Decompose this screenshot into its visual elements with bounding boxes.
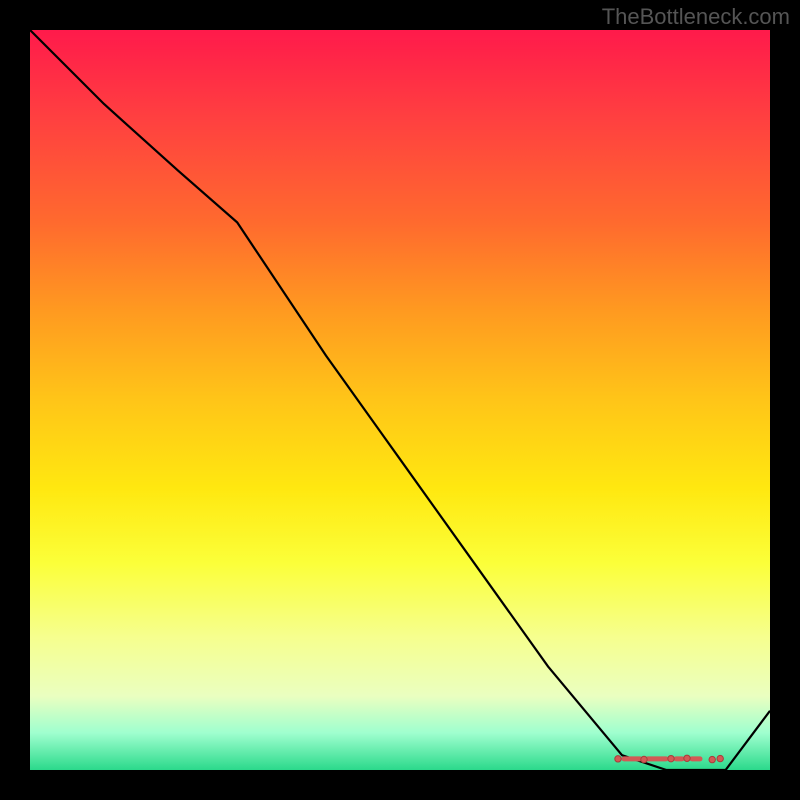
- marker-dot: [641, 756, 647, 762]
- main-curve: [30, 30, 770, 770]
- chart-svg: [30, 30, 770, 770]
- marker-dot: [668, 755, 674, 761]
- marker-dot: [709, 756, 715, 762]
- chart-frame: TheBottleneck.com: [0, 0, 800, 800]
- marker-dot: [717, 755, 723, 761]
- marker-dot: [615, 756, 621, 762]
- marker-dot: [684, 755, 690, 761]
- highlight-markers: [615, 755, 724, 763]
- watermark-text: TheBottleneck.com: [602, 4, 790, 30]
